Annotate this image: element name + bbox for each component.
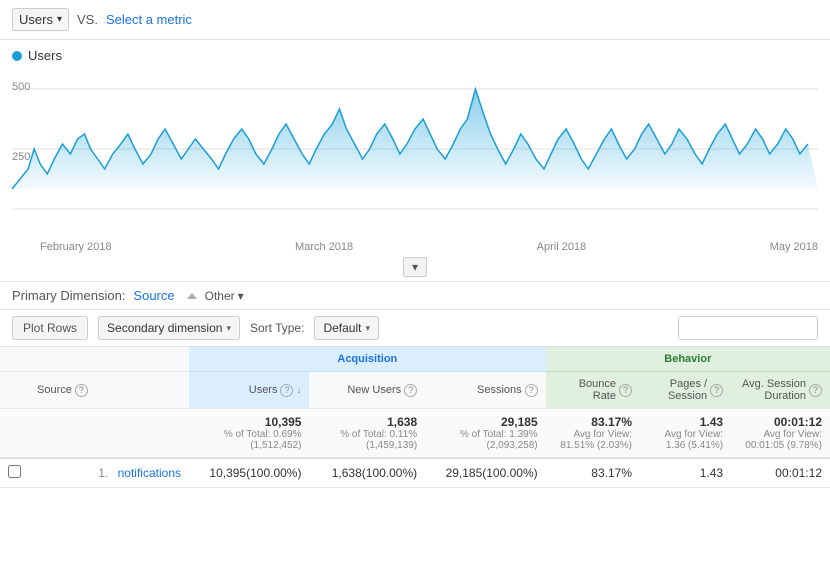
metric-dropdown[interactable]: Users ▾ [12, 8, 69, 31]
vs-label: VS. [77, 12, 98, 27]
users-sort-arrow: ↓ [296, 385, 301, 396]
row-1-source-link[interactable]: notifications [118, 466, 181, 480]
row-1-checkbox[interactable] [0, 458, 29, 488]
primary-dimension-label: Primary Dimension: [12, 288, 125, 303]
select-metric-link[interactable]: Select a metric [106, 12, 192, 27]
dimension-bar: Primary Dimension: Source Other ▾ [0, 281, 830, 310]
pages-session-help-icon[interactable]: ? [710, 384, 723, 397]
total-new-users: 1,638 % of Total: 0.11% (1,459,139) [309, 409, 425, 459]
chart-scroll-indicator: ▾ [12, 257, 818, 277]
data-table: Acquisition Behavior Source ? Users ? ↓ [0, 347, 830, 488]
total-sessions: 29,185 % of Total: 1.39% (2,093,258) [425, 409, 545, 459]
chart-container: 500 250 [12, 79, 818, 239]
th-source [29, 347, 189, 372]
secondary-dimension-label: Secondary dimension [107, 321, 222, 335]
top-controls: Users ▾ VS. Select a metric [0, 0, 830, 40]
x-label-may: May 2018 [770, 241, 818, 253]
row-1-sessions: 29,185(100.00%) [425, 458, 545, 488]
sort-default-label: Default [323, 321, 361, 335]
chart-svg [12, 79, 818, 219]
th-pages-session[interactable]: Pages / Session ? [640, 372, 731, 409]
th-new-users[interactable]: New Users ? [309, 372, 425, 409]
sort-default-caret: ▾ [365, 323, 370, 334]
avg-session-help-icon[interactable]: ? [809, 384, 822, 397]
metric-dropdown-arrow: ▾ [57, 14, 62, 25]
primary-dimension-other-dropdown[interactable]: Other ▾ [205, 289, 244, 303]
source-help-icon[interactable]: ? [75, 384, 88, 397]
total-users: 10,395 % of Total: 0.69% (1,512,452) [189, 409, 309, 459]
bounce-rate-help-icon[interactable]: ? [619, 384, 632, 397]
metric-label: Users [19, 12, 53, 27]
row-1-checkbox-input[interactable] [8, 465, 21, 478]
total-row: 10,395 % of Total: 0.69% (1,512,452) 1,6… [0, 409, 830, 459]
row-1-pages-session: 1.43 [640, 458, 731, 488]
row-1-source-cell: 1. notifications [29, 458, 189, 488]
legend-dot [12, 51, 22, 61]
row-1-avg-session: 00:01:12 [731, 458, 830, 488]
th-avg-session[interactable]: Avg. Session Duration ? [731, 372, 830, 409]
chart-scroll-button[interactable]: ▾ [403, 257, 427, 277]
other-dropdown-caret: ▾ [238, 289, 244, 303]
th-checkbox-2 [0, 372, 29, 409]
primary-dimension-other-label: Other [205, 289, 235, 303]
sort-type-label: Sort Type: [250, 321, 304, 335]
table-search-input[interactable] [678, 316, 818, 340]
primary-dimension-source[interactable]: Source [133, 288, 174, 303]
x-label-feb: February 2018 [40, 241, 112, 253]
chart-legend: Users [12, 48, 818, 63]
x-axis: February 2018 March 2018 April 2018 May … [12, 239, 818, 257]
x-label-apr: April 2018 [537, 241, 587, 253]
total-bounce-rate: 83.17% Avg for View: 81.51% (2.03%) [546, 409, 640, 459]
y-axis-500: 500 [12, 81, 30, 93]
table-controls: Plot Rows Secondary dimension ▾ Sort Typ… [0, 310, 830, 347]
th-checkbox [0, 347, 29, 372]
th-acquisition-group: Acquisition [189, 347, 546, 372]
th-users[interactable]: Users ? ↓ [189, 372, 309, 409]
table-row: 1. notifications 10,395(100.00%) 1,638(1… [0, 458, 830, 488]
th-behavior-group: Behavior [546, 347, 830, 372]
chart-legend-label: Users [28, 48, 62, 63]
row-1-bounce-rate: 83.17% [546, 458, 640, 488]
chart-area: Users 500 250 February 2018 March 2018 A… [0, 40, 830, 277]
th-bounce-rate[interactable]: Bounce Rate ? [546, 372, 640, 409]
x-label-mar: March 2018 [295, 241, 353, 253]
th-source-label[interactable]: Source ? [29, 372, 189, 409]
sessions-help-icon[interactable]: ? [525, 384, 538, 397]
secondary-dimension-dropdown[interactable]: Secondary dimension ▾ [98, 316, 240, 340]
total-checkbox [0, 409, 29, 459]
plot-rows-button[interactable]: Plot Rows [12, 316, 88, 340]
dimension-up-arrow [187, 293, 197, 299]
secondary-dimension-caret: ▾ [226, 323, 231, 334]
th-sessions[interactable]: Sessions ? [425, 372, 545, 409]
sort-default-dropdown[interactable]: Default ▾ [314, 316, 379, 340]
row-1-users: 10,395(100.00%) [189, 458, 309, 488]
new-users-help-icon[interactable]: ? [404, 384, 417, 397]
total-avg-session: 00:01:12 Avg for View: 00:01:05 (9.78%) [731, 409, 830, 459]
total-source-cell [29, 409, 189, 459]
row-1-new-users: 1,638(100.00%) [309, 458, 425, 488]
users-help-icon[interactable]: ? [280, 384, 293, 397]
total-pages-session: 1.43 Avg for View: 1.36 (5.41%) [640, 409, 731, 459]
y-axis-250: 250 [12, 151, 30, 163]
